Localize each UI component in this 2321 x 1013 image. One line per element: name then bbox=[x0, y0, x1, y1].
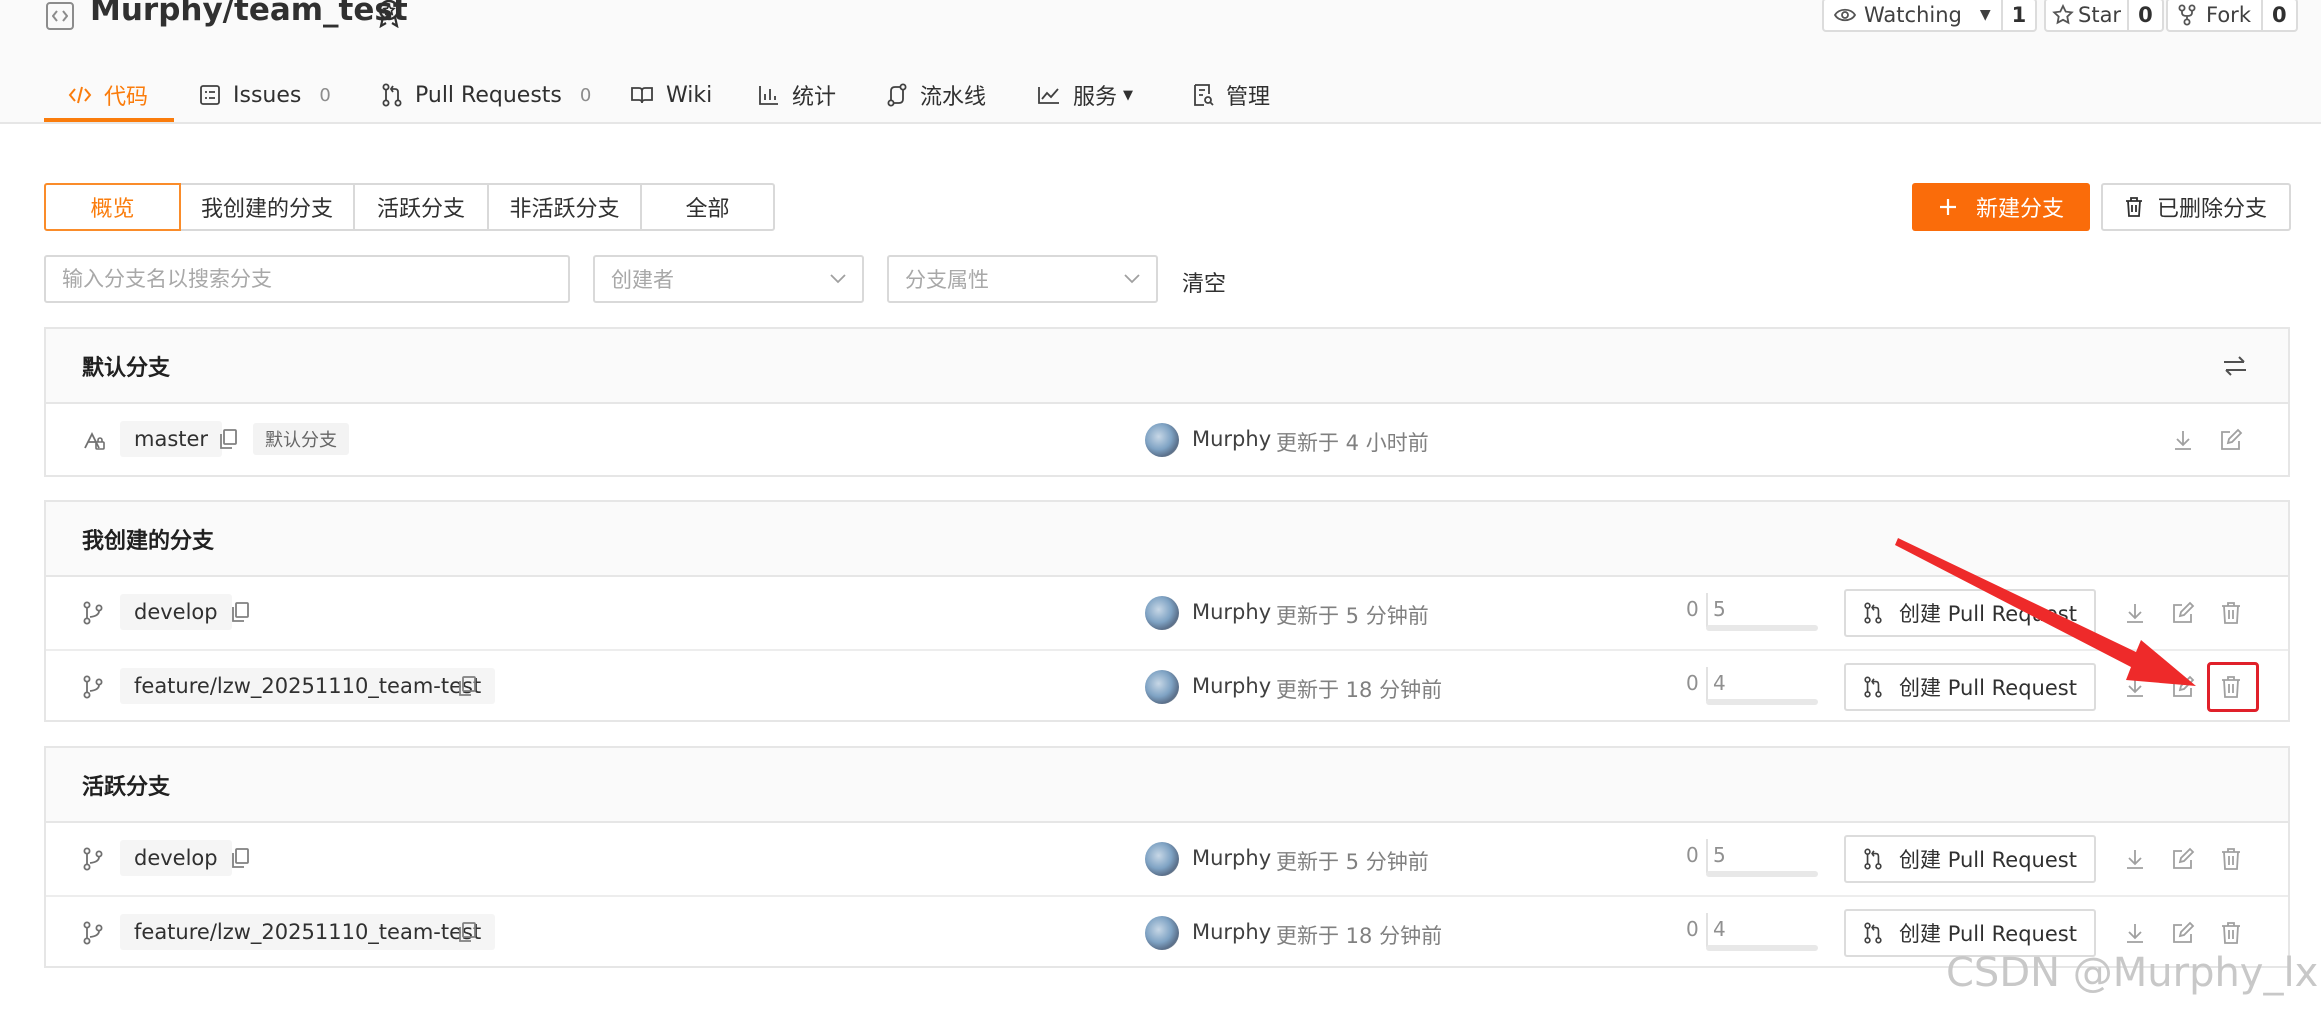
watermark: CSDN @Murphy_lx bbox=[1946, 950, 2319, 996]
annotation-arrow bbox=[1895, 538, 2196, 686]
delete-highlight-box bbox=[2207, 662, 2259, 712]
filter-tab-overview[interactable]: 概览 bbox=[44, 183, 181, 231]
